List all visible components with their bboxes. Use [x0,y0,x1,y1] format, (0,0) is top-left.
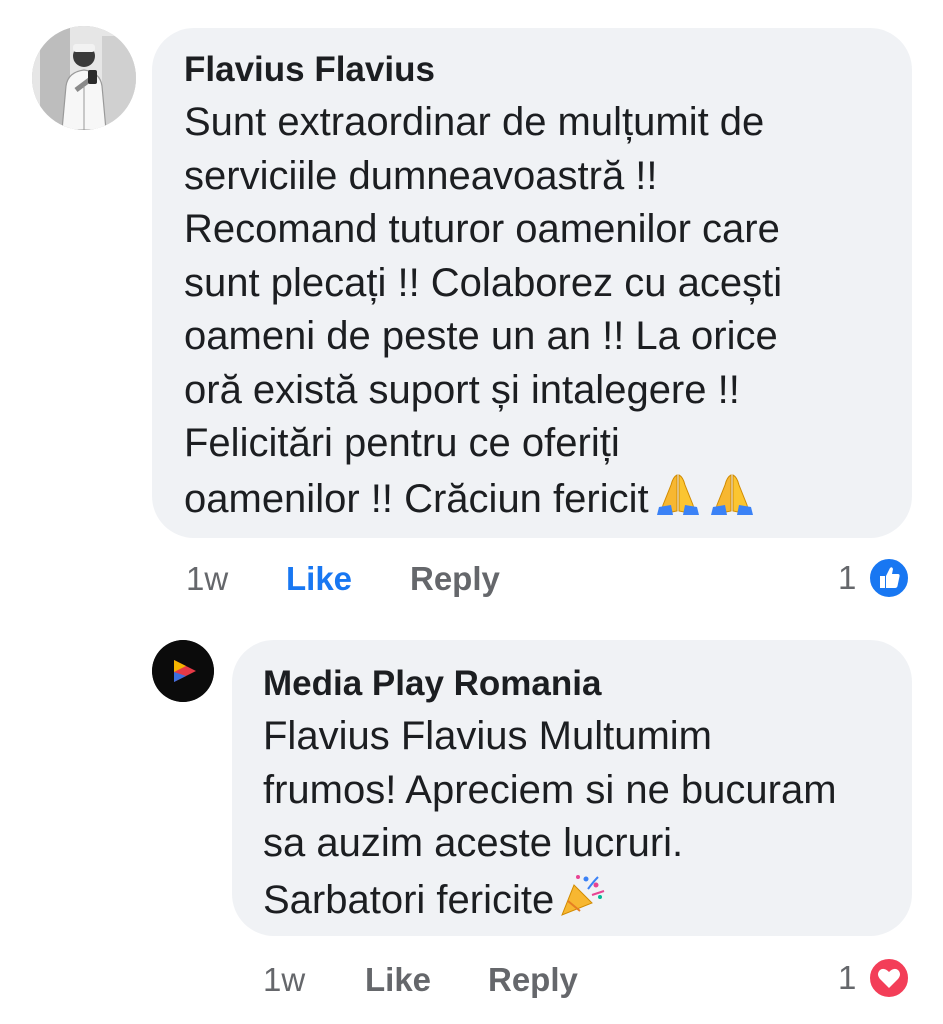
comment-text: Flavius Flavius Multumim frumos! Aprecie… [263,710,893,933]
like-button[interactable]: Like [286,559,352,599]
comment-line: Sunt extraordinar de mulțumit de [184,100,765,144]
comment-line-last: Sarbatori fericite [263,871,893,934]
comment-line: Flavius Flavius Multumim [263,714,712,758]
like-reaction-icon [867,556,911,600]
comment-timestamp[interactable]: 1w [263,960,305,1000]
reply-button[interactable]: Reply [410,559,500,599]
comment-line: oră există suport și intalegere !! [184,367,740,412]
love-reaction-icon [867,956,911,1000]
reply-button[interactable]: Reply [488,960,578,1000]
comment-line: sa auzim aceste lucruri. [263,821,684,865]
reply-bubble: Media Play Romania Flavius Flavius Multu… [232,640,912,936]
folded-hands-icon [707,471,757,532]
avatar[interactable] [32,26,136,130]
comment-text: Sunt extraordinar de mulțumit de servici… [184,96,894,531]
comment-line: frumos! Apreciem si ne bucuram [263,767,837,812]
media-play-logo [152,640,214,702]
comment-author[interactable]: Flavius Flavius [184,50,435,90]
comment-line: Felicitări pentru ce oferiți [184,421,620,465]
reaction-summary[interactable]: 1 [838,956,918,1000]
comment-line-last: oamenilor !! Crăciun fericit [184,471,894,532]
comment-bubble: Flavius Flavius Sunt extraordinar de mul… [152,28,912,538]
comment-line: Recomand tuturor oamenilor care [184,207,780,251]
comment-author[interactable]: Media Play Romania [263,664,601,704]
reaction-count: 1 [838,559,857,596]
comment-line: sunt plecați !! Colaborez cu acești [184,260,783,305]
like-button[interactable]: Like [365,960,431,1000]
folded-hands-icon [653,471,703,532]
comment-line: serviciile dumneavoastră !! [184,153,658,198]
avatar[interactable] [152,640,214,702]
profile-photo [32,26,136,130]
reaction-summary[interactable]: 1 [838,556,918,600]
reaction-count: 1 [838,959,857,996]
party-popper-icon [558,871,606,934]
comment-line: oameni de peste un an !! La orice [184,314,778,358]
comment-timestamp[interactable]: 1w [186,559,228,599]
